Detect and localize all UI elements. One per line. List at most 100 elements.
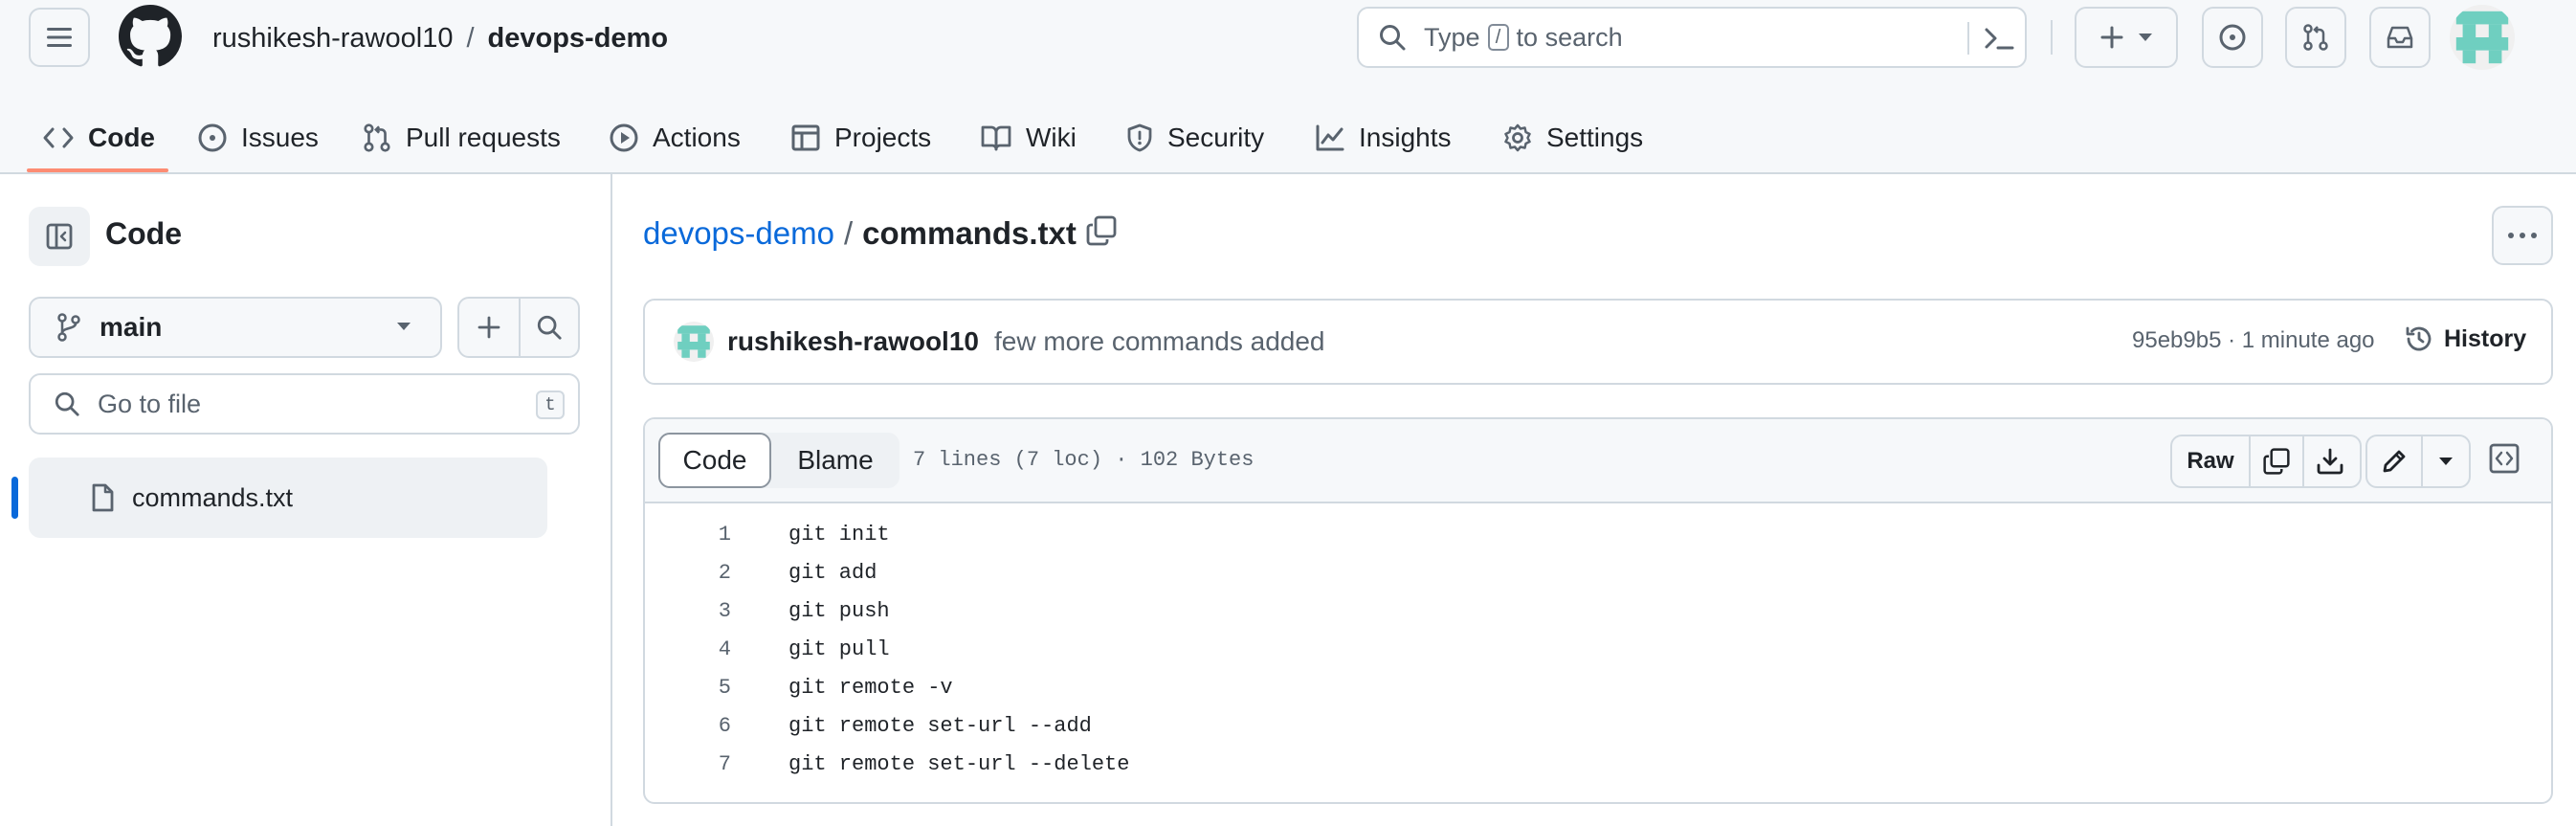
line-content: git add: [788, 560, 877, 585]
breadcrumb-file-name: commands.txt: [862, 215, 1077, 251]
line-number[interactable]: 4: [645, 637, 731, 661]
file-actions-group: [457, 297, 580, 358]
go-to-file-shortcut: t: [536, 391, 565, 419]
go-to-file-input[interactable]: Go to file t: [29, 373, 580, 435]
user-avatar[interactable]: [2450, 5, 2515, 70]
line-number[interactable]: 6: [645, 714, 731, 738]
blame-view-button[interactable]: Blame: [771, 433, 899, 488]
search-shortcut-key: /: [1487, 24, 1509, 51]
tab-insights-label: Insights: [1359, 123, 1452, 152]
commit-message[interactable]: few more commands added: [994, 326, 1325, 357]
more-options-button[interactable]: [2492, 206, 2553, 265]
latest-commit-bar: rushikesh-rawool10 few more commands add…: [643, 299, 2553, 385]
plus-icon: [2100, 26, 2123, 49]
identicon-avatar-icon: [2450, 5, 2515, 70]
table-icon: [791, 124, 820, 151]
code-content: 1 git init 2 git add 3 git push 4 git pu…: [645, 505, 2551, 783]
line-content: git pull: [788, 636, 890, 661]
tab-settings-label: Settings: [1546, 123, 1644, 152]
tab-settings[interactable]: Settings: [1502, 103, 1643, 172]
file-info: 7 lines (7 loc) · 102 Bytes: [913, 448, 1255, 472]
graph-icon: [1316, 124, 1344, 151]
code-line: 4 git pull: [645, 630, 2551, 668]
raw-actions-group: Raw: [2170, 435, 2362, 488]
line-number[interactable]: 3: [645, 599, 731, 623]
file-tree-sidebar: Code main Go to file t commands.txt: [0, 174, 612, 826]
code-icon: [43, 127, 74, 148]
line-content: git push: [788, 598, 890, 623]
commit-author[interactable]: rushikesh-rawool10: [727, 326, 979, 357]
tab-issues[interactable]: Issues: [197, 103, 319, 172]
create-new-button[interactable]: [2075, 7, 2178, 68]
breadcrumb-repo-link[interactable]: devops-demo: [643, 215, 834, 252]
issues-button[interactable]: [2202, 7, 2263, 68]
file-tree-item-label: commands.txt: [132, 482, 294, 512]
line-content: git remote set-url --delete: [788, 751, 1130, 776]
kebab-horizontal-icon: [2508, 233, 2537, 238]
search-icon: [55, 391, 79, 416]
breadcrumb-separator: /: [843, 215, 854, 251]
plus-icon: [477, 316, 500, 339]
book-icon: [981, 125, 1011, 151]
line-number[interactable]: 5: [645, 676, 731, 700]
search-suffix-text: to search: [1516, 22, 1623, 52]
github-logo-icon[interactable]: [119, 5, 182, 68]
history-label: History: [2444, 324, 2527, 352]
chevron-down-icon: [397, 323, 411, 330]
branch-selector[interactable]: main: [29, 297, 442, 358]
search-files-button[interactable]: [518, 299, 578, 356]
tab-security[interactable]: Security: [1125, 103, 1264, 172]
header-divider: [2051, 20, 2053, 55]
pull-requests-button[interactable]: [2285, 7, 2346, 68]
search-icon: [537, 315, 562, 340]
copy-path-button[interactable]: [1085, 214, 1118, 247]
view-mode-toggle: Code Blame: [658, 433, 899, 488]
command-palette-icon[interactable]: [1983, 22, 2015, 55]
copy-raw-button[interactable]: [2249, 436, 2302, 486]
tab-insights[interactable]: Insights: [1315, 103, 1452, 172]
tab-actions-label: Actions: [653, 123, 741, 152]
line-number[interactable]: 1: [645, 523, 731, 547]
go-to-file-placeholder: Go to file: [98, 389, 202, 418]
code-line: 2 git add: [645, 553, 2551, 592]
code-view-button[interactable]: Code: [658, 433, 771, 488]
tab-security-label: Security: [1167, 123, 1265, 152]
file-icon: [92, 483, 114, 512]
download-button[interactable]: [2302, 436, 2356, 486]
collapse-sidebar-button[interactable]: [29, 207, 90, 266]
tab-projects-label: Projects: [834, 123, 932, 152]
global-header: rushikesh-rawool10 / devops-demo Type / …: [0, 0, 2576, 174]
line-number[interactable]: 7: [645, 752, 731, 776]
tab-actions[interactable]: Actions: [609, 103, 741, 172]
tab-code[interactable]: Code: [42, 103, 155, 172]
edit-options-dropdown[interactable]: [2421, 436, 2469, 486]
line-content: git remote -v: [788, 675, 953, 700]
pencil-icon: [2383, 450, 2406, 473]
pull-requests-icon: [2303, 24, 2328, 51]
git-pull-request-icon: [364, 123, 390, 152]
tab-pull-requests[interactable]: Pull requests: [362, 103, 561, 172]
commit-meta[interactable]: 95eb9b5 · 1 minute ago: [2132, 327, 2375, 354]
play-icon: [610, 123, 638, 152]
raw-button[interactable]: Raw: [2172, 436, 2249, 486]
symbols-panel-button[interactable]: [2488, 442, 2520, 475]
tab-projects[interactable]: Projects: [790, 103, 931, 172]
repo-link[interactable]: devops-demo: [488, 23, 669, 55]
menu-button[interactable]: [29, 8, 90, 67]
file-tree-item[interactable]: commands.txt: [29, 458, 547, 538]
inbox-button[interactable]: [2369, 7, 2431, 68]
line-number[interactable]: 2: [645, 561, 731, 585]
commit-author-avatar[interactable]: [674, 322, 714, 362]
code-line: 6 git remote set-url --add: [645, 706, 2551, 745]
owner-link[interactable]: rushikesh-rawool10: [212, 23, 453, 55]
line-content: git init: [788, 522, 890, 547]
history-button[interactable]: History: [2404, 324, 2526, 354]
tab-wiki[interactable]: Wiki: [980, 103, 1077, 172]
edit-file-button[interactable]: [2367, 436, 2421, 486]
code-line: 3 git push: [645, 592, 2551, 630]
gear-icon: [1504, 123, 1531, 152]
git-branch-icon: [57, 313, 80, 342]
add-file-button[interactable]: [459, 299, 519, 356]
search-input[interactable]: Type / to search: [1357, 7, 2027, 68]
file-breadcrumb: devops-demo / commands.txt: [643, 212, 1077, 255]
